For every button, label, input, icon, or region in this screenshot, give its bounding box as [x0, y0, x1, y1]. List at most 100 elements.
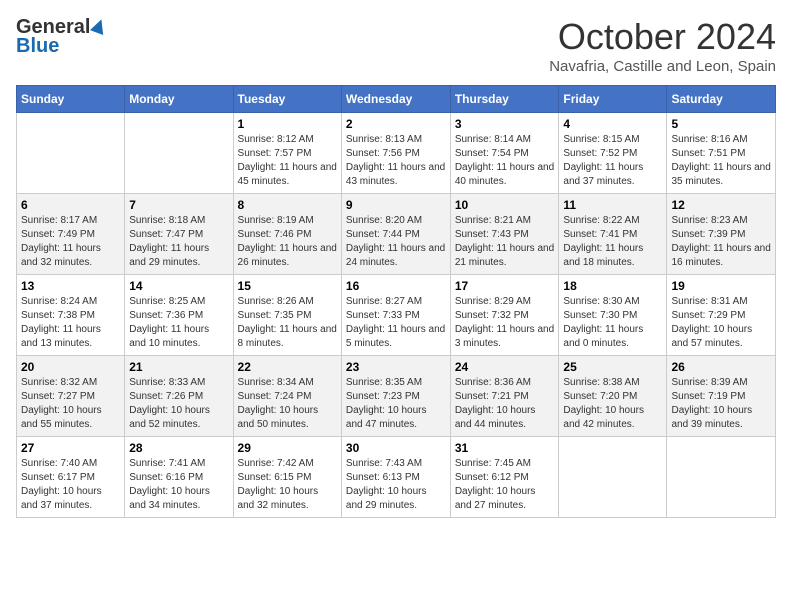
logo: General Blue: [16, 16, 106, 58]
day-cell: [125, 113, 233, 194]
weekday-sunday: Sunday: [17, 86, 125, 113]
day-number: 15: [238, 279, 337, 293]
day-info: Sunrise: 8:17 AM Sunset: 7:49 PM Dayligh…: [21, 214, 120, 270]
day-info: Sunrise: 8:30 AM Sunset: 7:30 PM Dayligh…: [563, 295, 662, 351]
day-info: Sunrise: 8:19 AM Sunset: 7:46 PM Dayligh…: [238, 214, 337, 270]
day-number: 24: [455, 360, 555, 374]
day-cell: 24 Sunrise: 8:36 AM Sunset: 7:21 PM Dayli…: [450, 356, 559, 437]
day-cell: 25 Sunrise: 8:38 AM Sunset: 7:20 PM Dayli…: [559, 356, 667, 437]
day-cell: [667, 437, 776, 518]
day-cell: 1Sunrise: 8:12 AM Sunset: 7:57 PM Daylig…: [233, 113, 341, 194]
day-number: 6: [21, 198, 120, 212]
day-number: 25: [563, 360, 662, 374]
day-number: 14: [129, 279, 228, 293]
day-number: 4: [563, 117, 662, 131]
day-cell: 9Sunrise: 8:20 AM Sunset: 7:44 PM Daylig…: [341, 194, 450, 275]
day-info: Sunrise: 8:25 AM Sunset: 7:36 PM Dayligh…: [129, 295, 228, 351]
day-cell: [17, 113, 125, 194]
day-number: 19: [671, 279, 771, 293]
month-title: October 2024: [549, 16, 776, 58]
day-number: 2: [346, 117, 446, 131]
week-row-1: 1Sunrise: 8:12 AM Sunset: 7:57 PM Daylig…: [17, 113, 776, 194]
day-cell: 7Sunrise: 8:18 AM Sunset: 7:47 PM Daylig…: [125, 194, 233, 275]
weekday-monday: Monday: [125, 86, 233, 113]
day-cell: 27Sunrise: 7:40 AM Sunset: 6:17 PM Dayli…: [17, 437, 125, 518]
day-cell: 17 Sunrise: 8:29 AM Sunset: 7:32 PM Dayli…: [450, 275, 559, 356]
day-info: Sunrise: 8:23 AM Sunset: 7:39 PM Dayligh…: [671, 214, 771, 270]
day-info: Sunrise: 8:34 AM Sunset: 7:24 PM Dayligh…: [238, 376, 337, 432]
day-info: Sunrise: 8:35 AM Sunset: 7:23 PM Dayligh…: [346, 376, 446, 432]
day-info: Sunrise: 8:16 AM Sunset: 7:51 PM Dayligh…: [671, 133, 771, 189]
day-info: Sunrise: 8:32 AM Sunset: 7:27 PM Dayligh…: [21, 376, 120, 432]
week-row-5: 27Sunrise: 7:40 AM Sunset: 6:17 PM Dayli…: [17, 437, 776, 518]
day-info: Sunrise: 8:29 AM Sunset: 7:32 PM Dayligh…: [455, 295, 555, 351]
day-cell: 29 Sunrise: 7:42 AM Sunset: 6:15 PM Dayli…: [233, 437, 341, 518]
weekday-tuesday: Tuesday: [233, 86, 341, 113]
day-cell: 21Sunrise: 8:33 AM Sunset: 7:26 PM Dayli…: [125, 356, 233, 437]
day-number: 10: [455, 198, 555, 212]
day-number: 3: [455, 117, 555, 131]
week-row-4: 20 Sunrise: 8:32 AM Sunset: 7:27 PM Dayli…: [17, 356, 776, 437]
day-info: Sunrise: 8:31 AM Sunset: 7:29 PM Dayligh…: [671, 295, 771, 351]
day-cell: 23 Sunrise: 8:35 AM Sunset: 7:23 PM Dayli…: [341, 356, 450, 437]
title-section: October 2024 Navafria, Castille and Leon…: [549, 16, 776, 75]
day-info: Sunrise: 8:14 AM Sunset: 7:54 PM Dayligh…: [455, 133, 555, 189]
day-number: 21: [129, 360, 228, 374]
day-cell: 31Sunrise: 7:45 AM Sunset: 6:12 PM Dayli…: [450, 437, 559, 518]
week-row-3: 13 Sunrise: 8:24 AM Sunset: 7:38 PM Dayli…: [17, 275, 776, 356]
day-cell: 16 Sunrise: 8:27 AM Sunset: 7:33 PM Dayli…: [341, 275, 450, 356]
weekday-saturday: Saturday: [667, 86, 776, 113]
day-cell: 13 Sunrise: 8:24 AM Sunset: 7:38 PM Dayli…: [17, 275, 125, 356]
weekday-thursday: Thursday: [450, 86, 559, 113]
weekday-friday: Friday: [559, 86, 667, 113]
week-row-2: 6 Sunrise: 8:17 AM Sunset: 7:49 PM Daylig…: [17, 194, 776, 275]
day-number: 27: [21, 441, 120, 455]
day-cell: 28 Sunrise: 7:41 AM Sunset: 6:16 PM Dayli…: [125, 437, 233, 518]
day-cell: 14 Sunrise: 8:25 AM Sunset: 7:36 PM Dayli…: [125, 275, 233, 356]
day-info: Sunrise: 8:36 AM Sunset: 7:21 PM Dayligh…: [455, 376, 555, 432]
day-number: 28: [129, 441, 228, 455]
day-info: Sunrise: 7:41 AM Sunset: 6:16 PM Dayligh…: [129, 457, 228, 513]
day-cell: [559, 437, 667, 518]
day-cell: 30 Sunrise: 7:43 AM Sunset: 6:13 PM Dayli…: [341, 437, 450, 518]
day-info: Sunrise: 8:21 AM Sunset: 7:43 PM Dayligh…: [455, 214, 555, 270]
day-info: Sunrise: 7:42 AM Sunset: 6:15 PM Dayligh…: [238, 457, 337, 513]
location: Navafria, Castille and Leon, Spain: [549, 58, 776, 75]
day-info: Sunrise: 8:20 AM Sunset: 7:44 PM Dayligh…: [346, 214, 446, 270]
day-number: 17: [455, 279, 555, 293]
day-number: 7: [129, 198, 228, 212]
day-number: 30: [346, 441, 446, 455]
day-cell: 2 Sunrise: 8:13 AM Sunset: 7:56 PM Daylig…: [341, 113, 450, 194]
day-number: 22: [238, 360, 337, 374]
day-info: Sunrise: 8:27 AM Sunset: 7:33 PM Dayligh…: [346, 295, 446, 351]
day-number: 1: [238, 117, 337, 131]
day-info: Sunrise: 7:43 AM Sunset: 6:13 PM Dayligh…: [346, 457, 446, 513]
day-number: 18: [563, 279, 662, 293]
day-number: 16: [346, 279, 446, 293]
day-number: 12: [671, 198, 771, 212]
day-info: Sunrise: 8:24 AM Sunset: 7:38 PM Dayligh…: [21, 295, 120, 351]
logo-icon: [91, 17, 109, 35]
weekday-wednesday: Wednesday: [341, 86, 450, 113]
day-number: 8: [238, 198, 337, 212]
day-number: 31: [455, 441, 555, 455]
day-info: Sunrise: 8:13 AM Sunset: 7:56 PM Dayligh…: [346, 133, 446, 189]
day-number: 20: [21, 360, 120, 374]
day-number: 13: [21, 279, 120, 293]
day-cell: 22 Sunrise: 8:34 AM Sunset: 7:24 PM Dayli…: [233, 356, 341, 437]
day-info: Sunrise: 8:38 AM Sunset: 7:20 PM Dayligh…: [563, 376, 662, 432]
day-cell: 26Sunrise: 8:39 AM Sunset: 7:19 PM Dayli…: [667, 356, 776, 437]
day-cell: 18 Sunrise: 8:30 AM Sunset: 7:30 PM Dayli…: [559, 275, 667, 356]
day-cell: 6 Sunrise: 8:17 AM Sunset: 7:49 PM Daylig…: [17, 194, 125, 275]
day-number: 26: [671, 360, 771, 374]
day-cell: 15 Sunrise: 8:26 AM Sunset: 7:35 PM Dayli…: [233, 275, 341, 356]
day-cell: 20 Sunrise: 8:32 AM Sunset: 7:27 PM Dayli…: [17, 356, 125, 437]
day-info: Sunrise: 8:22 AM Sunset: 7:41 PM Dayligh…: [563, 214, 662, 270]
day-cell: 12 Sunrise: 8:23 AM Sunset: 7:39 PM Dayli…: [667, 194, 776, 275]
day-info: Sunrise: 8:26 AM Sunset: 7:35 PM Dayligh…: [238, 295, 337, 351]
calendar: SundayMondayTuesdayWednesdayThursdayFrid…: [16, 85, 776, 518]
day-number: 23: [346, 360, 446, 374]
day-cell: 11Sunrise: 8:22 AM Sunset: 7:41 PM Dayli…: [559, 194, 667, 275]
weekday-header-row: SundayMondayTuesdayWednesdayThursdayFrid…: [17, 86, 776, 113]
day-number: 29: [238, 441, 337, 455]
